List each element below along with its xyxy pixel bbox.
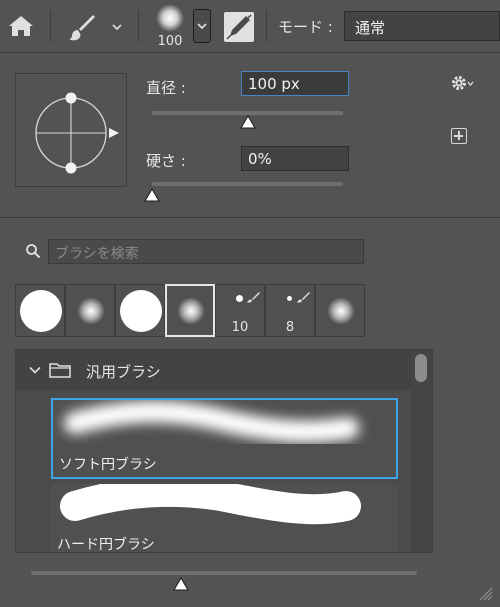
preview-size-slider-track[interactable] (31, 571, 417, 575)
brush-group-name: 汎用ブラシ (86, 363, 161, 381)
recent-brushes: 10 8 (15, 284, 365, 337)
scrollbar-thumb[interactable] (415, 354, 427, 382)
chevron-down-icon (197, 23, 207, 30)
size-label: 直径 : (146, 79, 186, 97)
toolbar-separator (50, 10, 51, 42)
search-icon (26, 244, 41, 259)
brush-size-label: 10 (231, 320, 249, 335)
brush-search-input[interactable]: ブラシを検索 (48, 239, 364, 264)
gear-icon[interactable] (450, 73, 476, 93)
chevron-down-icon[interactable] (28, 363, 42, 377)
pen-pressure-icon[interactable] (224, 12, 254, 42)
size-slider-thumb[interactable] (240, 115, 256, 129)
brush-angle-roundness-control[interactable] (15, 73, 127, 187)
brush-preset-list[interactable]: 汎用ブラシ ソフト円ブラシ ハード円ブラシ (15, 349, 433, 553)
brush-name: ソフト円ブラシ (59, 457, 157, 473)
toolbar-separator (138, 10, 139, 42)
brush-icon[interactable] (66, 12, 96, 42)
recent-brush-item[interactable] (315, 284, 365, 337)
brush-group-header[interactable]: 汎用ブラシ (16, 350, 411, 390)
brush-preset-dropdown-button[interactable] (193, 9, 211, 43)
hardness-slider-thumb[interactable] (144, 188, 160, 202)
recent-brush-item[interactable] (15, 284, 65, 337)
size-field[interactable]: 100 px (241, 71, 349, 96)
recent-brush-item[interactable] (115, 284, 165, 337)
brush-settings-section: 直径 : 100 px 硬さ : 0% (0, 53, 500, 218)
brush-preset-picker: 直径 : 100 px 硬さ : 0% ブラシを検索 10 8 汎用ブラシ ソフ… (0, 53, 500, 607)
recent-brush-item[interactable]: 10 (215, 284, 265, 337)
brush-icon (247, 292, 260, 303)
preview-size-slider-thumb[interactable] (173, 577, 189, 591)
folder-icon (49, 363, 71, 378)
resize-grip-icon[interactable] (474, 582, 494, 602)
hardness-field[interactable]: 0% (241, 146, 349, 171)
soft-stroke-preview (64, 400, 359, 443)
new-preset-icon[interactable] (451, 128, 467, 144)
brush-preset-hard-round[interactable]: ハード円ブラシ (51, 484, 398, 553)
hardness-slider-track[interactable] (152, 182, 343, 186)
soft-brush-thumbnail (156, 4, 184, 32)
toolbar-separator (266, 10, 267, 42)
mode-select[interactable]: 通常 (344, 11, 500, 41)
home-icon[interactable] (5, 11, 37, 41)
recent-brush-item[interactable] (65, 284, 115, 337)
brush-name: ハード円ブラシ (57, 537, 155, 553)
list-scrollbar[interactable] (411, 350, 432, 552)
chevron-down-icon[interactable] (110, 20, 124, 34)
hardness-label: 硬さ : (146, 152, 186, 170)
brush-preset-soft-round[interactable]: ソフト円ブラシ (51, 398, 398, 479)
recent-brush-item-selected[interactable] (165, 284, 215, 337)
options-bar: 100 モード : 通常 (0, 0, 500, 53)
hard-stroke-preview (60, 484, 361, 525)
brush-size-label: 8 (285, 320, 295, 335)
mode-label: モード : (278, 18, 333, 36)
brush-preview[interactable]: 100 (150, 2, 190, 52)
recent-brush-item[interactable]: 8 (265, 284, 315, 337)
brush-icon (297, 292, 310, 303)
brush-size-readout: 100 (157, 34, 183, 49)
